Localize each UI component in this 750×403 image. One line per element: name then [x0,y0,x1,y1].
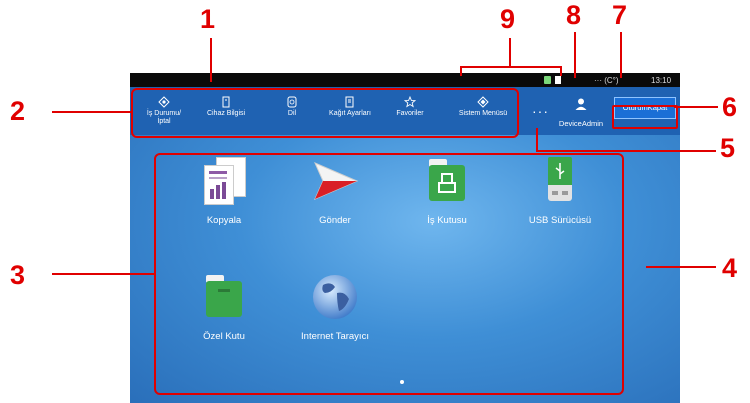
callout-7: 7 [612,0,628,30]
callout-3: 3 [10,260,26,290]
callout-4: 4 [722,253,738,283]
callout-3-line [52,273,156,275]
more-button[interactable]: ··· [532,103,549,119]
callout-9-bracket [460,66,562,68]
callout-5-line [536,150,716,152]
callout-8-line [574,32,576,78]
user-name: DeviceAdmin [558,119,604,128]
status-bar: ··· (C°) 13:10 [130,73,680,87]
clock: 13:10 [651,76,672,85]
callout-4-line [646,266,716,268]
status-indicator: ··· (C°) [594,76,619,85]
user-button[interactable]: DeviceAdmin [554,87,608,135]
callout-6: 6 [722,92,738,122]
callout-5-line-vertical [536,128,538,152]
callout-1-line [210,38,212,82]
callout-9-stem [509,38,511,66]
callout-2-line [52,111,132,113]
logout-highlight [612,105,678,129]
callout-6-line [674,106,718,108]
printer-status-icon [544,76,551,84]
notification-icon [555,76,561,84]
callout-9-bracket-right [560,66,562,76]
callout-9: 9 [500,4,516,34]
callout-9-bracket-left [460,66,462,76]
user-icon [575,98,587,110]
callout-2: 2 [10,96,26,126]
callout-1: 1 [200,4,216,34]
callout-5: 5 [720,133,736,163]
home-grid-highlight [154,153,624,395]
callout-8: 8 [566,0,582,30]
toolbar-highlight [131,88,519,138]
callout-7-line [620,32,622,78]
